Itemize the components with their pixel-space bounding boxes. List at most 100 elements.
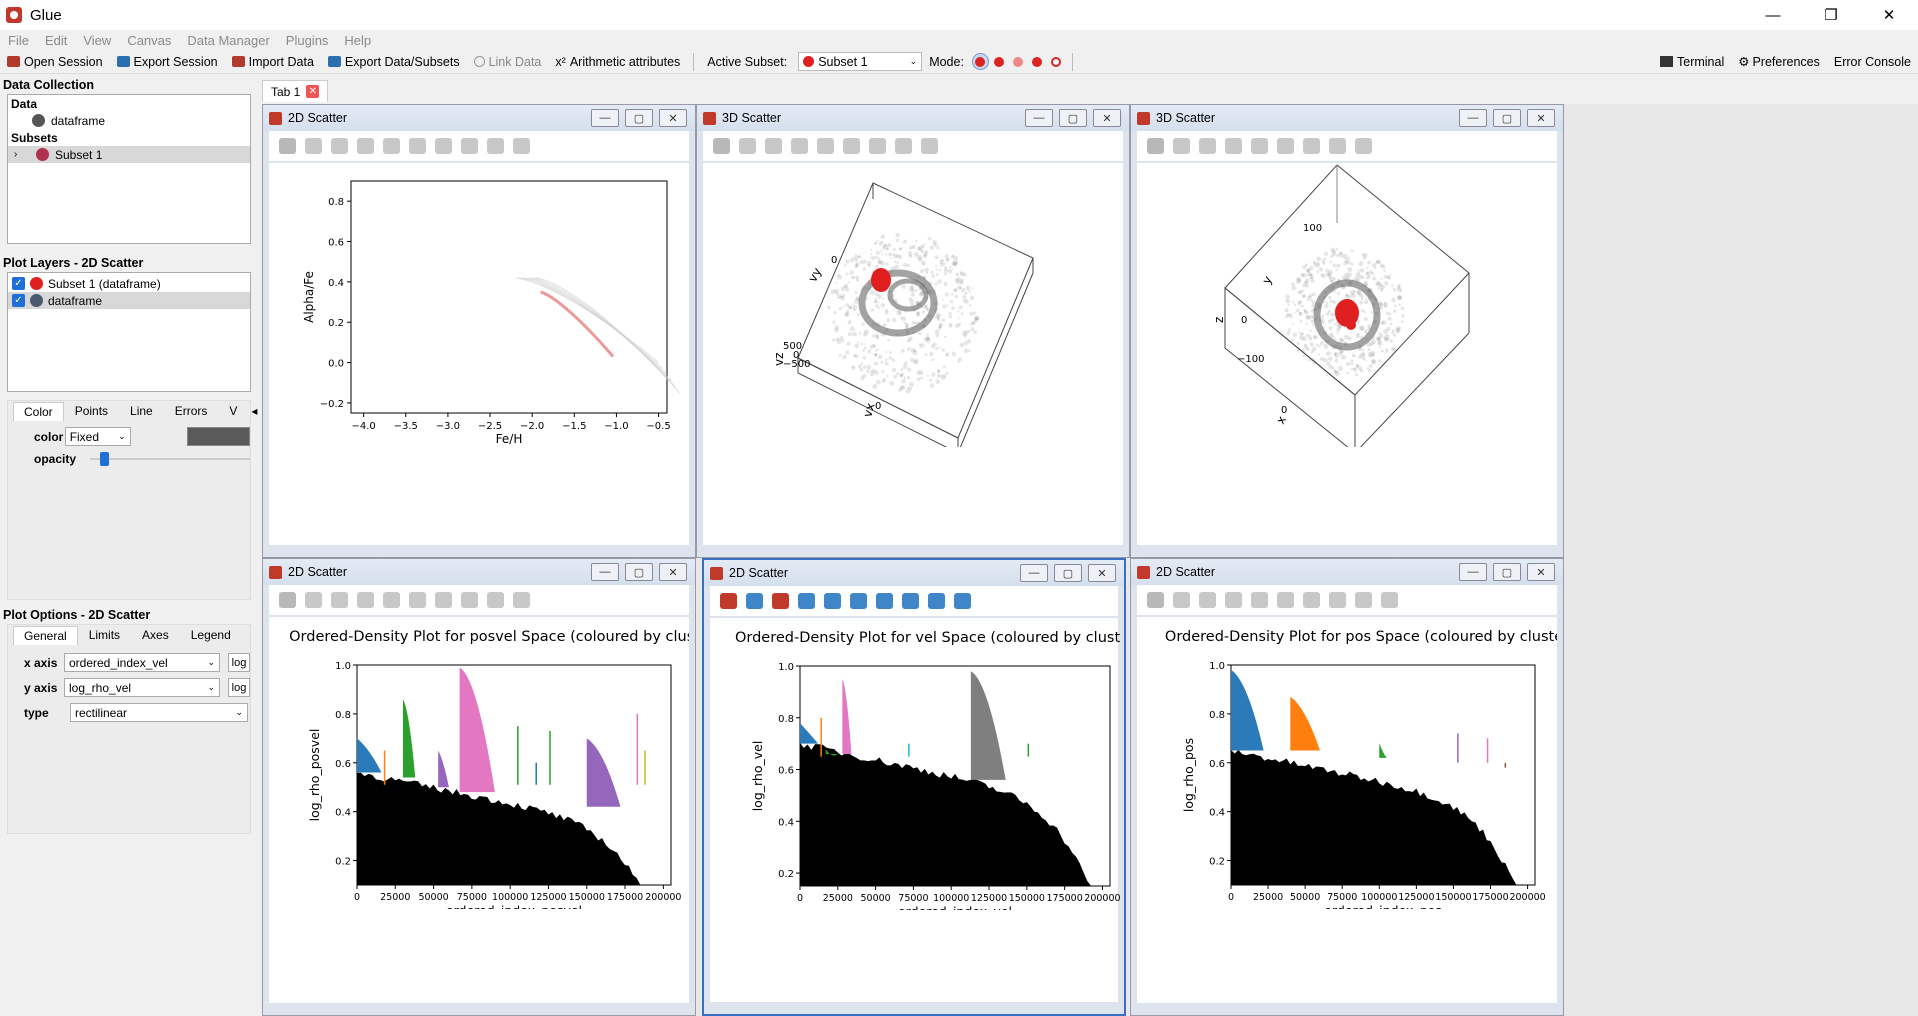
export-session-button[interactable]: Export Session — [110, 55, 225, 69]
tab-axes[interactable]: Axes — [131, 625, 180, 645]
restore-button[interactable]: ❐ — [1802, 0, 1860, 30]
data-item-dataframe[interactable]: dataframe — [8, 112, 250, 129]
lasso-icon[interactable] — [824, 593, 841, 609]
viewer-3d-scatter-2[interactable]: 3D Scatter — ▢ ✕ y x z 100 0 −100 0 — [1130, 104, 1564, 558]
velocity-3d-scatter[interactable]: vy vx vz 0 0 500 0 −500 — [703, 163, 1123, 454]
mode-or-button[interactable] — [991, 53, 1008, 70]
menu-data-manager[interactable]: Data Manager — [179, 33, 277, 48]
home-icon[interactable] — [331, 592, 348, 608]
y-range-icon[interactable] — [461, 138, 478, 154]
viewer-3d-scatter-1[interactable]: 3D Scatter — ▢ ✕ vy vx vz 0 0 500 0 −500 — [696, 104, 1130, 558]
point-select-icon[interactable] — [1355, 138, 1372, 154]
link-data-button[interactable]: Link Data — [467, 55, 549, 69]
close-viewer-button[interactable]: ✕ — [1527, 109, 1555, 127]
y-range-icon[interactable] — [902, 593, 919, 609]
minimize-viewer-button[interactable]: — — [1459, 563, 1487, 581]
camera-icon[interactable] — [1225, 138, 1242, 154]
tab-limits[interactable]: Limits — [78, 625, 131, 645]
home-icon[interactable] — [772, 593, 789, 609]
maximize-viewer-button[interactable]: ▢ — [1054, 564, 1082, 582]
layers-icon[interactable] — [1173, 138, 1190, 154]
tab-errors[interactable]: Errors — [164, 401, 219, 421]
opacity-slider[interactable] — [90, 452, 250, 466]
layers-icon[interactable] — [746, 593, 763, 609]
x-range-icon[interactable] — [1303, 592, 1320, 608]
slider-handle[interactable] — [100, 452, 109, 466]
checkbox-checked-icon[interactable]: ✓ — [12, 277, 25, 290]
y-log-button[interactable]: log — [228, 678, 250, 697]
y-range-icon[interactable] — [1329, 592, 1346, 608]
ordered-density-posvel-chart[interactable]: Ordered-Density Plot for posvel Space (c… — [269, 617, 709, 918]
y-axis-select[interactable]: log_rho_vel ⌄ — [63, 678, 221, 697]
menu-edit[interactable]: Edit — [37, 33, 75, 48]
gamepad-icon[interactable] — [1381, 592, 1398, 608]
zoom-icon[interactable] — [928, 593, 945, 609]
close-viewer-button[interactable]: ✕ — [1093, 109, 1121, 127]
rectangle-select-icon[interactable] — [869, 138, 886, 154]
lasso-icon[interactable] — [1251, 592, 1268, 608]
home-icon[interactable] — [1199, 592, 1216, 608]
lasso-icon[interactable] — [383, 138, 400, 154]
menu-canvas[interactable]: Canvas — [119, 33, 179, 48]
ordered-density-pos-chart[interactable]: Ordered-Density Plot for pos Space (colo… — [1137, 617, 1569, 918]
minimize-viewer-button[interactable]: — — [591, 109, 619, 127]
plot-canvas[interactable]: Ordered-Density Plot for vel Space (colo… — [710, 618, 1135, 1002]
pan-icon[interactable] — [798, 593, 815, 609]
error-console-button[interactable]: Error Console — [1827, 54, 1918, 69]
y-range-icon[interactable] — [461, 592, 478, 608]
maximize-viewer-button[interactable]: ▢ — [625, 563, 653, 581]
rectangle-select-icon[interactable] — [1303, 138, 1320, 154]
color-swatch-button[interactable] — [186, 427, 250, 446]
mode-and-button[interactable] — [1010, 53, 1027, 70]
viewer-2d-scatter-1[interactable]: 2D Scatter — ▢ ✕ Fe/H Alpha/Fe −4.0 −3.5 −3.… — [262, 104, 696, 558]
mode-xor-button[interactable] — [1029, 53, 1046, 70]
lasso-icon[interactable] — [383, 592, 400, 608]
layer-item-dataframe[interactable]: ✓ dataframe — [8, 292, 250, 309]
maximize-viewer-button[interactable]: ▢ — [1493, 109, 1521, 127]
menu-view[interactable]: View — [75, 33, 119, 48]
data-collection-tree[interactable]: Data dataframe Subsets › Subset 1 — [7, 94, 251, 244]
layers-icon[interactable] — [305, 592, 322, 608]
export-data-button[interactable]: Export Data/Subsets — [321, 55, 467, 69]
minimize-viewer-button[interactable]: — — [1459, 109, 1487, 127]
tab-color[interactable]: Color — [13, 402, 64, 421]
tab-1[interactable]: Tab 1 ✕ — [262, 80, 329, 102]
plot-canvas[interactable]: vy vx vz 0 0 500 0 −500 — [703, 163, 1123, 545]
plot-layers-list[interactable]: ✓ Subset 1 (dataframe) ✓ dataframe — [7, 272, 251, 392]
close-viewer-button[interactable]: ✕ — [659, 563, 687, 581]
save-icon[interactable] — [279, 592, 296, 608]
save-icon[interactable] — [713, 138, 730, 154]
layers-icon[interactable] — [305, 138, 322, 154]
pan-icon[interactable] — [357, 592, 374, 608]
x-range-icon[interactable] — [435, 138, 452, 154]
x-log-button[interactable]: log — [228, 653, 250, 672]
pan-icon[interactable] — [1225, 592, 1242, 608]
rectangle-select-icon[interactable] — [409, 592, 426, 608]
color-mode-select[interactable]: Fixed ⌄ — [64, 427, 131, 446]
rotate-icon[interactable] — [1251, 138, 1268, 154]
zoom-icon[interactable] — [487, 138, 504, 154]
layers-icon[interactable] — [1173, 592, 1190, 608]
projection-type-select[interactable]: rectilinear ⌄ — [70, 703, 248, 722]
tab-more[interactable]: V — [218, 401, 248, 421]
gamepad-icon[interactable] — [843, 138, 860, 154]
import-data-button[interactable]: Import Data — [225, 55, 321, 69]
plot-canvas[interactable]: y x z 100 0 −100 0 — [1137, 163, 1557, 545]
viewer-2d-scatter-vel[interactable]: 2D Scatter — ▢ ✕ Ordered-Density Plot for … — [702, 558, 1135, 1016]
minimize-viewer-button[interactable]: — — [591, 563, 619, 581]
tab-line[interactable]: Line — [119, 401, 164, 421]
position-3d-scatter[interactable]: y x z 100 0 −100 0 — [1137, 163, 1557, 455]
mode-not-button[interactable] — [1048, 53, 1065, 70]
save-icon[interactable] — [720, 593, 737, 609]
home-icon[interactable] — [765, 138, 782, 154]
gamepad-icon[interactable] — [1277, 138, 1294, 154]
gamepad-icon[interactable] — [513, 592, 530, 608]
minimize-viewer-button[interactable]: — — [1020, 564, 1048, 582]
point-select-icon[interactable] — [921, 138, 938, 154]
save-icon[interactable] — [279, 138, 296, 154]
layers-icon[interactable] — [739, 138, 756, 154]
x-range-icon[interactable] — [435, 592, 452, 608]
terminal-button[interactable]: Terminal — [1653, 54, 1731, 69]
zoom-icon[interactable] — [895, 138, 912, 154]
x-axis-select[interactable]: ordered_index_vel ⌄ — [63, 653, 221, 672]
